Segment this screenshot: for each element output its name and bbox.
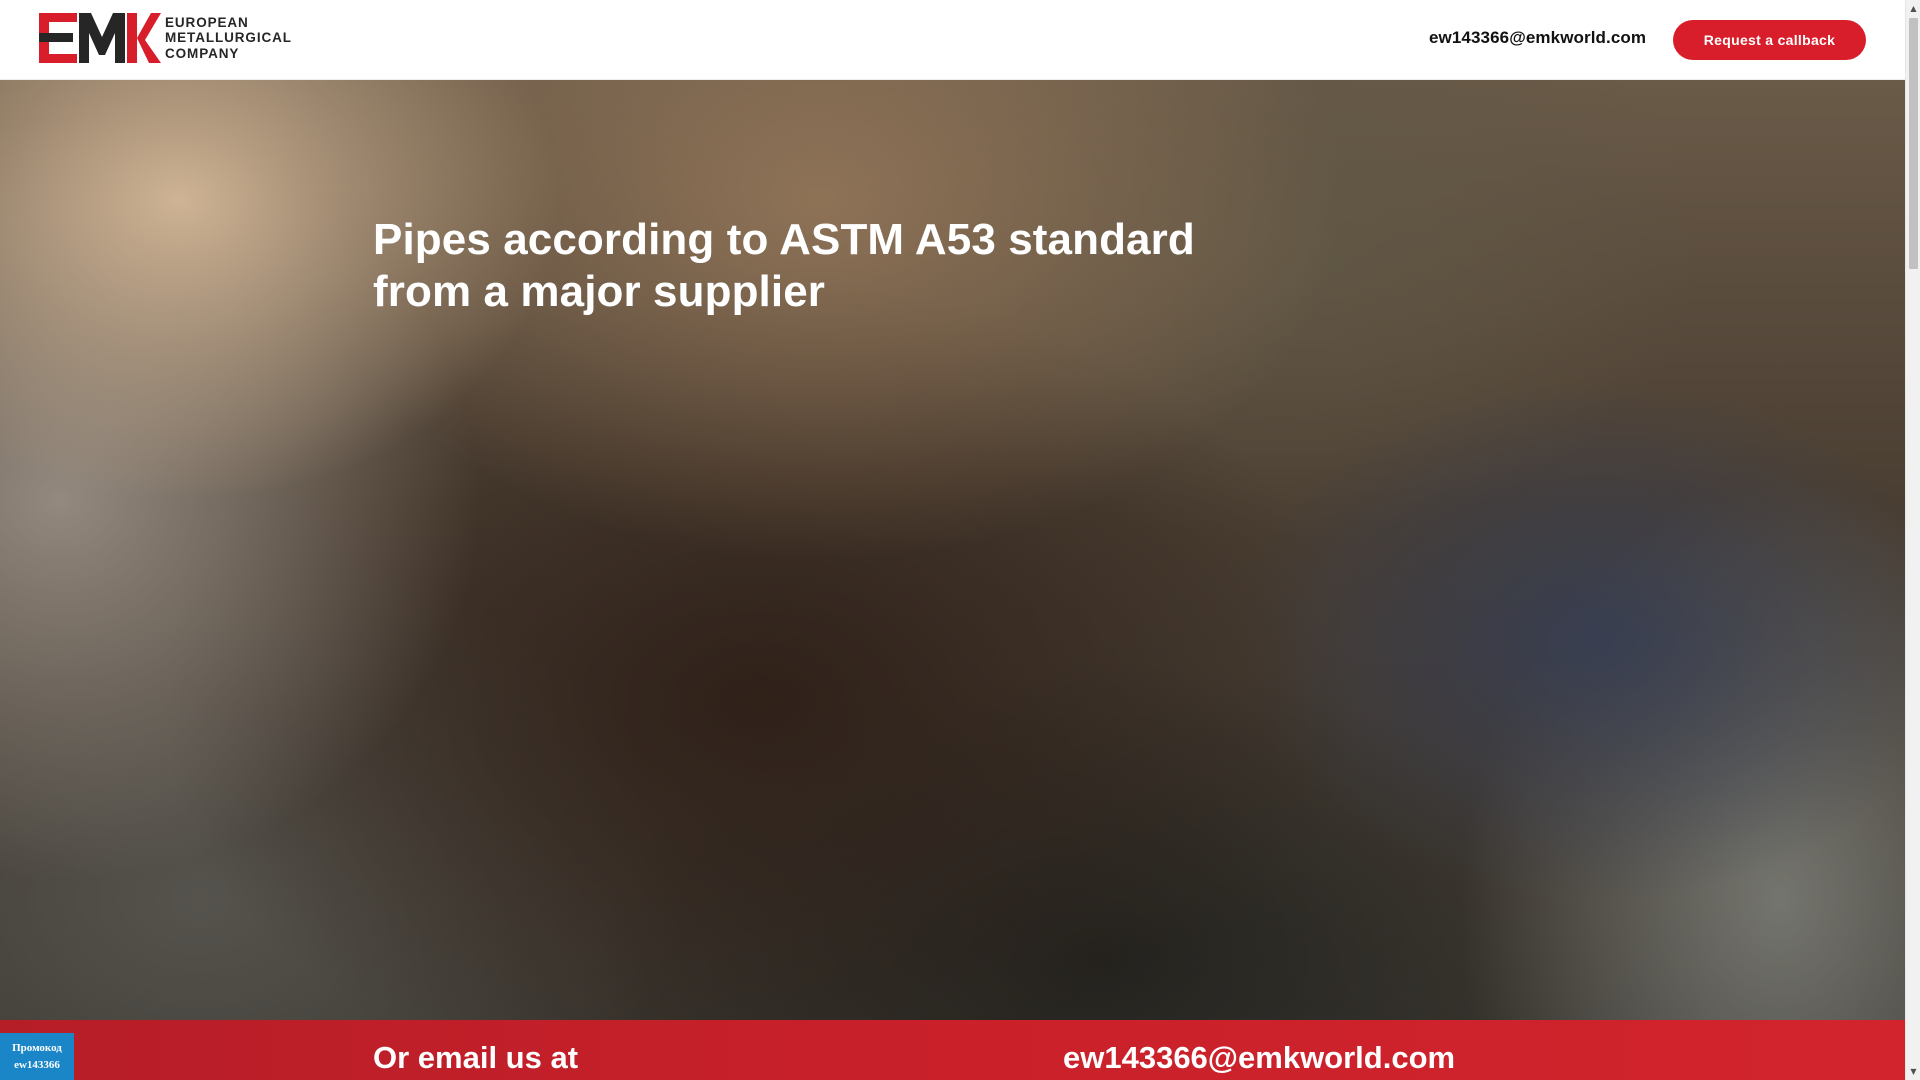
- email-band-link[interactable]: ew143366@emkworld.com: [1063, 1040, 1455, 1076]
- logo-line-european: EUROPEAN: [165, 14, 249, 30]
- promo-code: ew143366: [14, 1058, 60, 1071]
- logo-text: EUROPEAN METALLURGICAL COMPANY: [165, 15, 292, 62]
- header: EUROPEAN METALLURGICAL COMPANY ew143366@…: [0, 0, 1905, 80]
- scroll-thumb[interactable]: [1909, 18, 1918, 269]
- hero-title: Pipes according to ASTM A53 standard fro…: [373, 214, 1233, 318]
- hero-title-line-1: Pipes according to ASTM A53 standard: [373, 215, 1195, 264]
- hero-title-line-2: from a major supplier: [373, 267, 825, 316]
- page: EUROPEAN METALLURGICAL COMPANY ew143366@…: [0, 0, 1920, 1080]
- hero-section: Pipes according to ASTM A53 standard fro…: [0, 80, 1905, 1020]
- email-band: Or email us at ew143366@emkworld.com: [0, 1020, 1905, 1080]
- scroll-up-arrow-icon[interactable]: ▲: [1906, 0, 1920, 17]
- scroll-down-arrow-icon[interactable]: ▼: [1906, 1063, 1920, 1080]
- logo-link[interactable]: EUROPEAN METALLURGICAL COMPANY: [39, 13, 292, 63]
- promo-code-badge[interactable]: Промокод ew143366: [0, 1033, 74, 1080]
- logo-line-company: COMPANY: [165, 45, 240, 61]
- vertical-scrollbar[interactable]: ▲ ▼: [1905, 0, 1920, 1080]
- emk-logo-mark: [39, 13, 161, 63]
- site-content: EUROPEAN METALLURGICAL COMPANY ew143366@…: [0, 0, 1905, 1080]
- request-callback-button[interactable]: Request a callback: [1673, 20, 1866, 60]
- promo-label: Промокод: [12, 1041, 62, 1054]
- header-email-link[interactable]: ew143366@emkworld.com: [1429, 28, 1646, 48]
- logo-line-metallurgical: METALLURGICAL: [165, 30, 292, 46]
- email-band-label: Or email us at: [373, 1040, 579, 1075]
